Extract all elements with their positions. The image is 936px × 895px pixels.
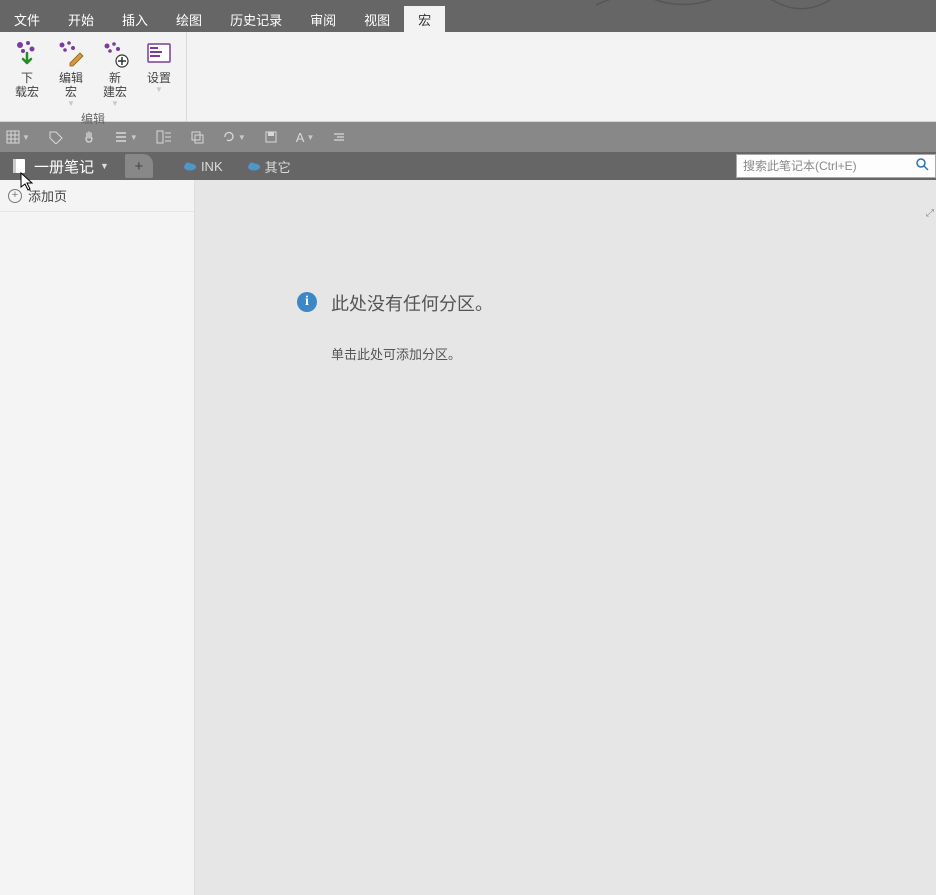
- font-a-icon: A: [296, 130, 305, 145]
- section-tab-other[interactable]: 其它: [247, 157, 291, 176]
- search-icon[interactable]: [910, 158, 935, 174]
- calc-tool[interactable]: [156, 130, 172, 144]
- download-macro-label: 下 载宏: [15, 71, 39, 99]
- menu-view[interactable]: 视图: [350, 6, 404, 32]
- link-tool[interactable]: [190, 130, 204, 144]
- menu-start[interactable]: 开始: [54, 6, 108, 32]
- expand-handle[interactable]: ⤢: [926, 208, 934, 219]
- menu-review[interactable]: 审阅: [296, 6, 350, 32]
- new-macro-button[interactable]: 新 建宏 ▼: [93, 35, 137, 108]
- decorative-flourish: [596, 0, 896, 10]
- chevron-down-icon: ▼: [111, 99, 119, 108]
- indent-icon: [332, 132, 346, 142]
- tab-bar: 一册笔记 ▼ + INK 其它: [0, 152, 936, 180]
- ribbon-group-edit: 下 载宏 编辑 宏 ▼ 新 建宏 ▼ 设置 ▼: [0, 32, 187, 121]
- cloud-icon: [247, 161, 261, 171]
- main-canvas[interactable]: ⤢ i 此处没有任何分区。 单击此处可添加分区。: [195, 180, 936, 895]
- empty-title: 此处没有任何分区。: [331, 290, 493, 316]
- menu-file[interactable]: 文件: [0, 6, 54, 32]
- plus-circle-icon: +: [8, 189, 22, 203]
- edit-macro-label: 编辑 宏: [59, 71, 83, 99]
- content-area: + 添加页 ⤢ i 此处没有任何分区。 单击此处可添加分区。: [0, 180, 936, 895]
- chevron-down-icon: ▼: [67, 99, 75, 108]
- pan-tool[interactable]: [82, 130, 96, 144]
- section-tab-ink[interactable]: INK: [183, 159, 223, 174]
- settings-label: 设置: [147, 71, 171, 85]
- tag-icon: [48, 130, 64, 144]
- list-icon: [114, 130, 128, 144]
- settings-icon: [144, 37, 174, 71]
- new-macro-icon: [100, 37, 130, 71]
- tag-tool[interactable]: [48, 130, 64, 144]
- title-bar: [0, 0, 936, 6]
- indent-tool[interactable]: [332, 132, 346, 142]
- section-tab-label: INK: [201, 159, 223, 174]
- empty-state: i 此处没有任何分区。 单击此处可添加分区。: [297, 290, 493, 363]
- ribbon: 下 载宏 编辑 宏 ▼ 新 建宏 ▼ 设置 ▼: [0, 32, 936, 122]
- hand-icon: [82, 130, 96, 144]
- settings-button[interactable]: 设置 ▼: [137, 35, 181, 108]
- edit-macro-button[interactable]: 编辑 宏 ▼: [49, 35, 93, 108]
- empty-subtitle[interactable]: 单击此处可添加分区。: [331, 344, 493, 363]
- refresh-icon: [222, 130, 236, 144]
- plus-icon: +: [135, 158, 144, 175]
- font-tool[interactable]: A ▼: [296, 130, 315, 145]
- notebook-selector[interactable]: 一册笔记 ▼: [0, 152, 119, 180]
- edit-macro-icon: [56, 37, 86, 71]
- menu-insert[interactable]: 插入: [108, 6, 162, 32]
- add-page-label: 添加页: [28, 186, 67, 205]
- ribbon-group-label: 编辑: [81, 108, 105, 127]
- chevron-down-icon: ▼: [155, 85, 163, 94]
- add-page-button[interactable]: + 添加页: [0, 180, 194, 212]
- page-sidebar: + 添加页: [0, 180, 195, 895]
- chevron-down-icon: ▼: [100, 161, 109, 171]
- notebook-icon: [10, 157, 28, 175]
- save-icon: [264, 130, 278, 144]
- download-macro-button[interactable]: 下 载宏: [5, 35, 49, 108]
- refresh-tool[interactable]: ▼: [222, 130, 246, 144]
- table-icon: [6, 130, 20, 144]
- table-tool[interactable]: ▼: [6, 130, 30, 144]
- copy-icon: [190, 130, 204, 144]
- quick-toolbar: ▼ ▼ ▼ A ▼: [0, 122, 936, 152]
- save-tool[interactable]: [264, 130, 278, 144]
- notebook-name: 一册笔记: [34, 156, 94, 177]
- menu-macro[interactable]: 宏: [404, 6, 445, 32]
- cloud-icon: [183, 161, 197, 171]
- new-macro-label: 新 建宏: [103, 71, 127, 99]
- download-macro-icon: [12, 37, 42, 71]
- formula-icon: [156, 130, 172, 144]
- section-tab-label: 其它: [265, 157, 291, 176]
- add-tab-button[interactable]: +: [125, 154, 153, 178]
- info-icon: i: [297, 292, 317, 312]
- outline-tool[interactable]: ▼: [114, 130, 138, 144]
- search-box[interactable]: [736, 154, 936, 178]
- menu-draw[interactable]: 绘图: [162, 6, 216, 32]
- search-input[interactable]: [737, 159, 910, 173]
- menu-history[interactable]: 历史记录: [216, 6, 296, 32]
